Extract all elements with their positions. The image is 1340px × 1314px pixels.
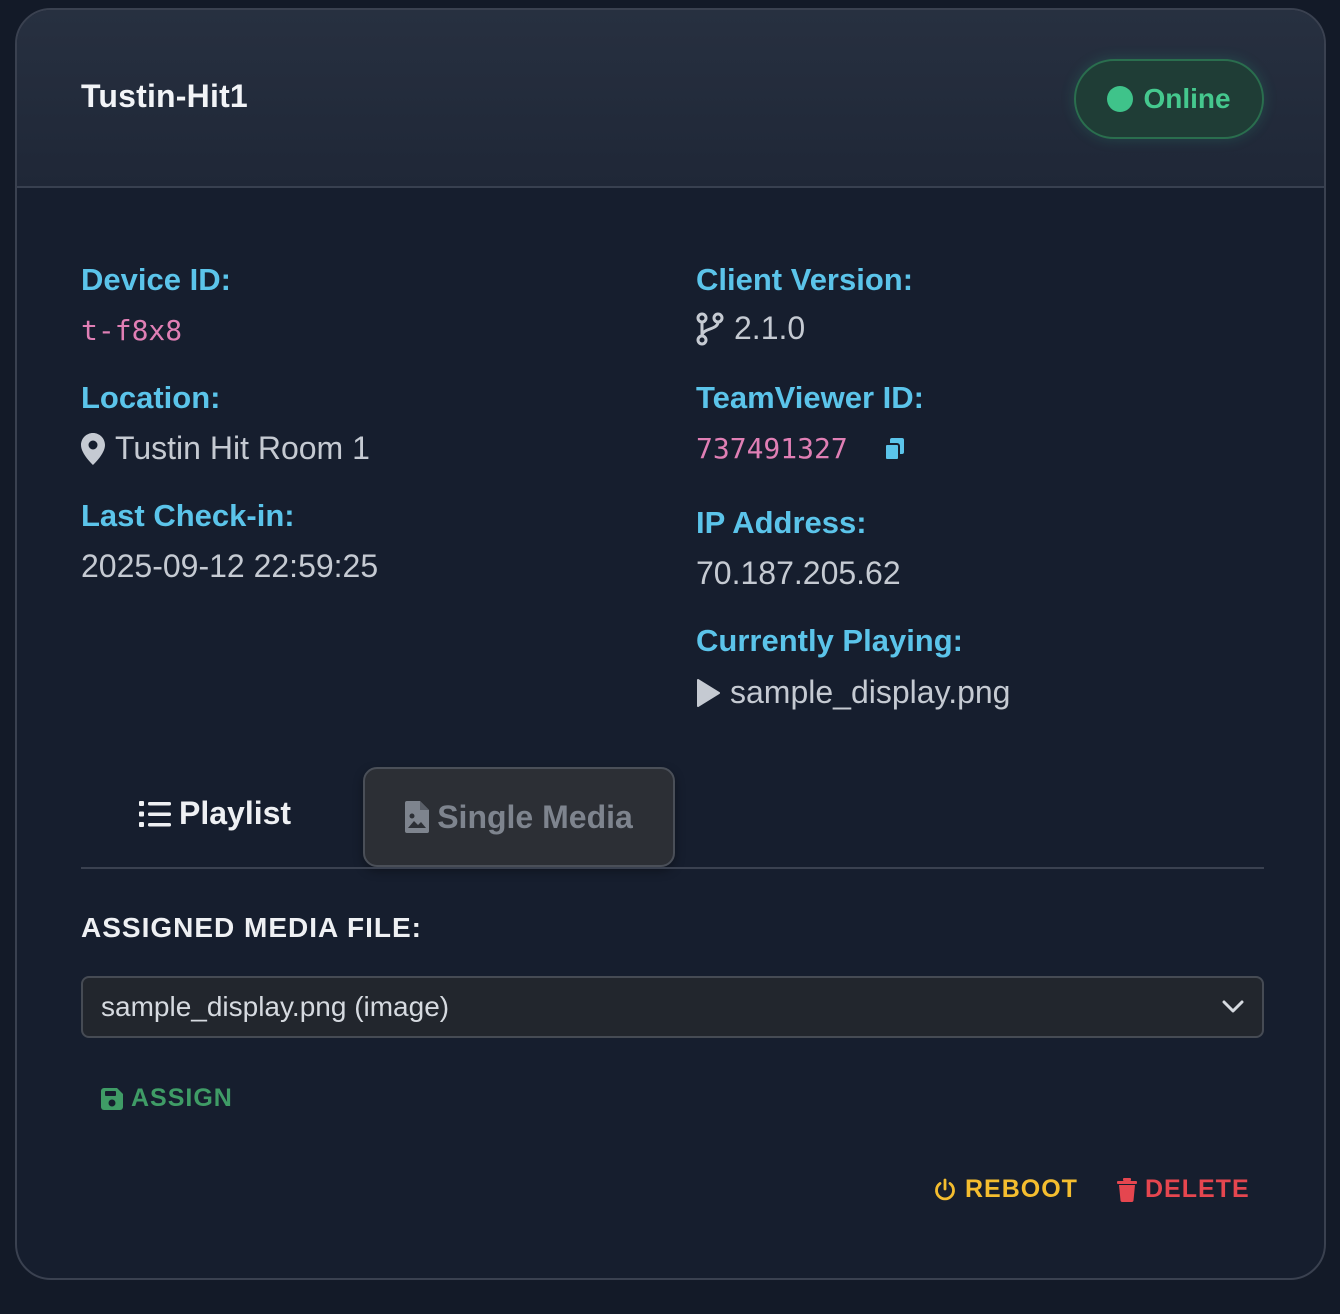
tab-playlist[interactable]: Playlist xyxy=(139,795,291,832)
delete-button-label: DELETE xyxy=(1145,1175,1250,1203)
location-label: Location: xyxy=(81,380,221,415)
teamviewer-value: 737491327 xyxy=(696,432,908,465)
tabs-divider xyxy=(81,867,1264,869)
power-icon xyxy=(935,1178,955,1200)
status-text: Online xyxy=(1143,83,1231,114)
client-version-value: 2.1.0 xyxy=(696,310,805,347)
tab-playlist-label: Playlist xyxy=(179,795,292,831)
tab-single-media-label: Single Media xyxy=(437,798,633,835)
location-text: Tustin Hit Room 1 xyxy=(115,430,370,466)
code-branch-icon xyxy=(696,312,724,345)
reboot-button-label: REBOOT xyxy=(965,1175,1078,1203)
delete-button[interactable]: DELETE xyxy=(1117,1175,1250,1204)
assign-button[interactable]: ASSIGN xyxy=(101,1084,233,1113)
device-id-value: t-f8x8 xyxy=(81,314,183,347)
ip-label: IP Address: xyxy=(696,505,867,540)
reboot-button[interactable]: REBOOT xyxy=(933,1175,1078,1204)
device-id-label: Device ID: xyxy=(81,262,231,297)
map-pin-icon xyxy=(81,432,105,465)
last-checkin-value: 2025-09-12 22:59:25 xyxy=(81,548,379,584)
file-image-icon xyxy=(405,801,430,833)
last-checkin-label: Last Check-in: xyxy=(81,498,295,533)
teamviewer-id-text: 737491327 xyxy=(696,432,848,465)
teamviewer-label: TeamViewer ID: xyxy=(696,380,925,415)
assigned-media-label: ASSIGNED MEDIA FILE: xyxy=(81,912,422,943)
device-card: Tustin-Hit1 Online Device ID: t-f8x8 Loc… xyxy=(15,8,1326,1280)
list-icon xyxy=(139,800,171,827)
media-file-select-value: sample_display.png (image) xyxy=(101,991,450,1022)
play-icon xyxy=(697,678,720,707)
location-value: Tustin Hit Room 1 xyxy=(81,430,370,467)
media-file-select[interactable]: sample_display.png (image) xyxy=(81,976,1264,1038)
copy-icon[interactable] xyxy=(882,436,908,462)
assign-button-label: ASSIGN xyxy=(131,1084,233,1112)
chevron-down-icon xyxy=(1222,1000,1244,1013)
currently-playing-value: sample_display.png xyxy=(696,674,1010,711)
device-name: Tustin-Hit1 xyxy=(81,78,248,114)
tab-single-media[interactable]: Single Media xyxy=(363,767,675,867)
ip-value: 70.187.205.62 xyxy=(696,555,901,591)
trash-icon xyxy=(1117,1177,1137,1202)
currently-playing-label: Currently Playing: xyxy=(696,623,963,658)
status-badge: Online xyxy=(1074,59,1264,139)
client-version-text: 2.1.0 xyxy=(734,310,806,346)
status-dot-icon xyxy=(1107,86,1134,112)
save-icon xyxy=(101,1087,123,1110)
currently-playing-text: sample_display.png xyxy=(730,674,1011,710)
client-version-label: Client Version: xyxy=(696,262,914,297)
card-header: Tustin-Hit1 Online xyxy=(17,10,1324,188)
